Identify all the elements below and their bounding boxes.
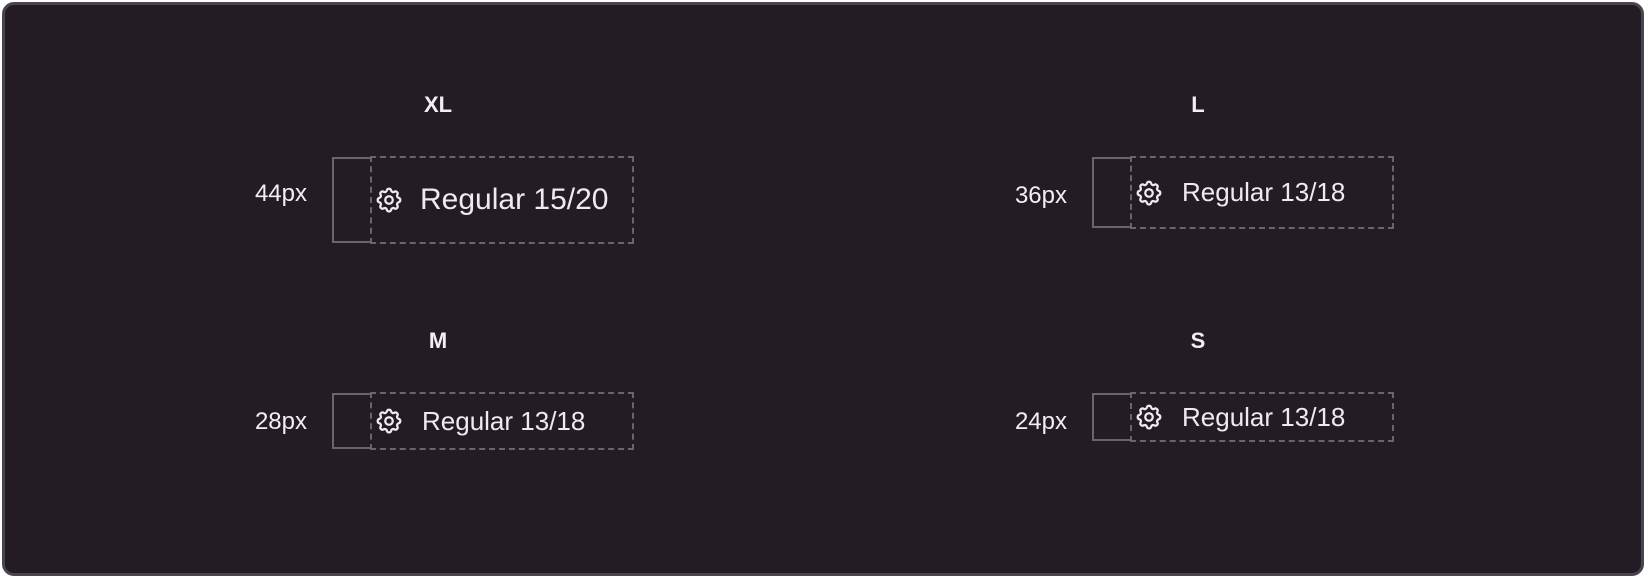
menu-item-label-xl: Regular 15/20 [420,183,609,216]
height-label-xl: 44px [254,180,307,207]
height-label-m: 28px [254,408,307,435]
size-title-l: L [1191,92,1205,117]
size-title-s: S [1190,328,1206,353]
height-label-s: 24px [1014,408,1067,435]
gear-icon [1134,402,1164,432]
height-bracket-m [332,393,372,449]
gear-icon [374,185,404,215]
canvas-frame: XL 44px Regular 15/20 L 36px Regular 13/… [2,2,1644,576]
menu-item-m[interactable]: Regular 13/18 [370,392,634,450]
menu-item-xl[interactable]: Regular 15/20 [370,156,634,244]
menu-item-l[interactable]: Regular 13/18 [1130,156,1394,229]
height-bracket-l [1092,157,1132,228]
height-bracket-s [1092,393,1132,441]
height-label-l: 36px [1014,182,1067,209]
height-bracket-xl [332,157,372,243]
gear-icon [374,406,404,436]
menu-item-label-l: Regular 13/18 [1182,177,1346,207]
size-title-m: M [428,328,448,353]
menu-item-label-s: Regular 13/18 [1182,401,1346,432]
menu-item-label-m: Regular 13/18 [422,405,586,436]
size-title-xl: XL [423,92,453,117]
menu-item-s[interactable]: Regular 13/18 [1130,392,1394,442]
gear-icon [1134,178,1164,208]
